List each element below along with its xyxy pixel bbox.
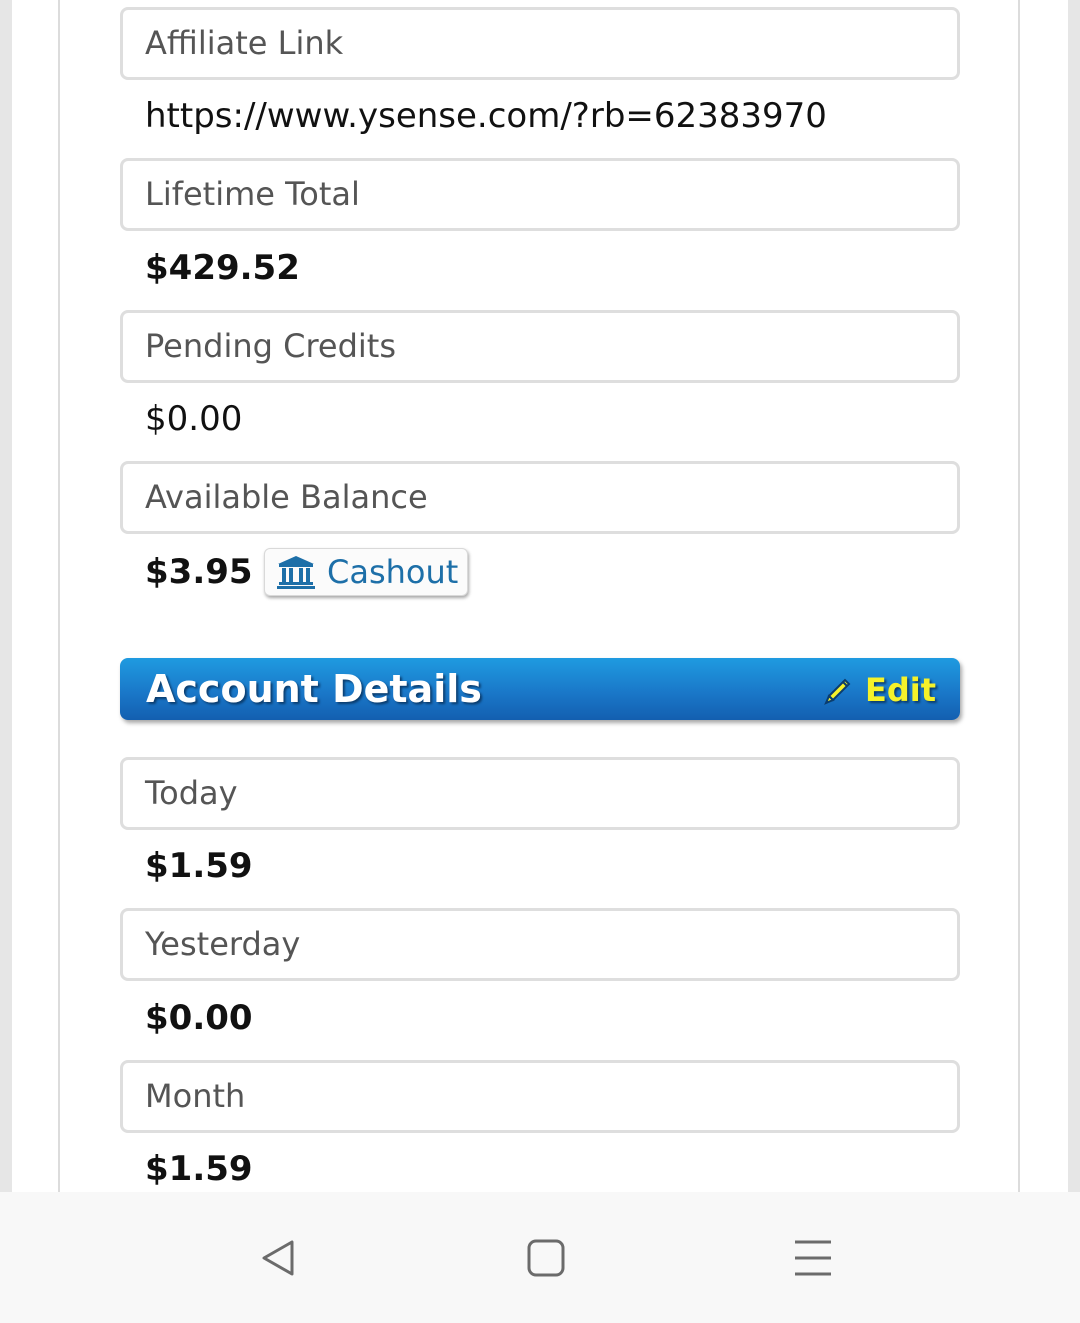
account-details-title: Account Details — [146, 667, 482, 711]
available-balance-label: Available Balance — [120, 461, 960, 534]
edit-label: Edit — [864, 671, 936, 709]
menu-lines-icon — [795, 1240, 831, 1276]
back-triangle-icon — [262, 1240, 294, 1276]
month-value: $1.59 — [145, 1149, 253, 1189]
yesterday-value: $0.00 — [145, 998, 253, 1038]
bank-icon — [277, 556, 315, 589]
today-label: Today — [120, 757, 960, 830]
lifetime-total-label: Lifetime Total — [120, 158, 960, 231]
edit-button[interactable]: Edit — [823, 670, 936, 710]
cashout-button[interactable]: Cashout — [264, 548, 468, 596]
cashout-label: Cashout — [327, 553, 459, 591]
account-details-header: Account Details Edit — [120, 658, 960, 720]
pending-credits-value: $0.00 — [145, 399, 243, 439]
pending-credits-label: Pending Credits — [120, 310, 960, 383]
home-button[interactable] — [516, 1228, 576, 1288]
yesterday-label: Yesterday — [120, 908, 960, 981]
available-balance-value: $3.95 — [145, 552, 253, 592]
menu-button[interactable] — [783, 1228, 843, 1288]
left-gutter — [0, 0, 12, 1192]
navigation-bar — [0, 1192, 1080, 1323]
month-label: Month — [120, 1060, 960, 1133]
back-button[interactable] — [248, 1228, 308, 1288]
today-value: $1.59 — [145, 846, 253, 886]
pencil-icon — [824, 678, 851, 705]
affiliate-link-label: Affiliate Link — [120, 7, 960, 80]
home-square-icon — [527, 1239, 565, 1277]
lifetime-total-value: $429.52 — [145, 248, 300, 288]
right-gutter — [1068, 0, 1080, 1192]
screen: Affiliate Link https://www.ysense.com/?r… — [0, 0, 1080, 1323]
affiliate-link-value[interactable]: https://www.ysense.com/?rb=62383970 — [145, 96, 827, 136]
